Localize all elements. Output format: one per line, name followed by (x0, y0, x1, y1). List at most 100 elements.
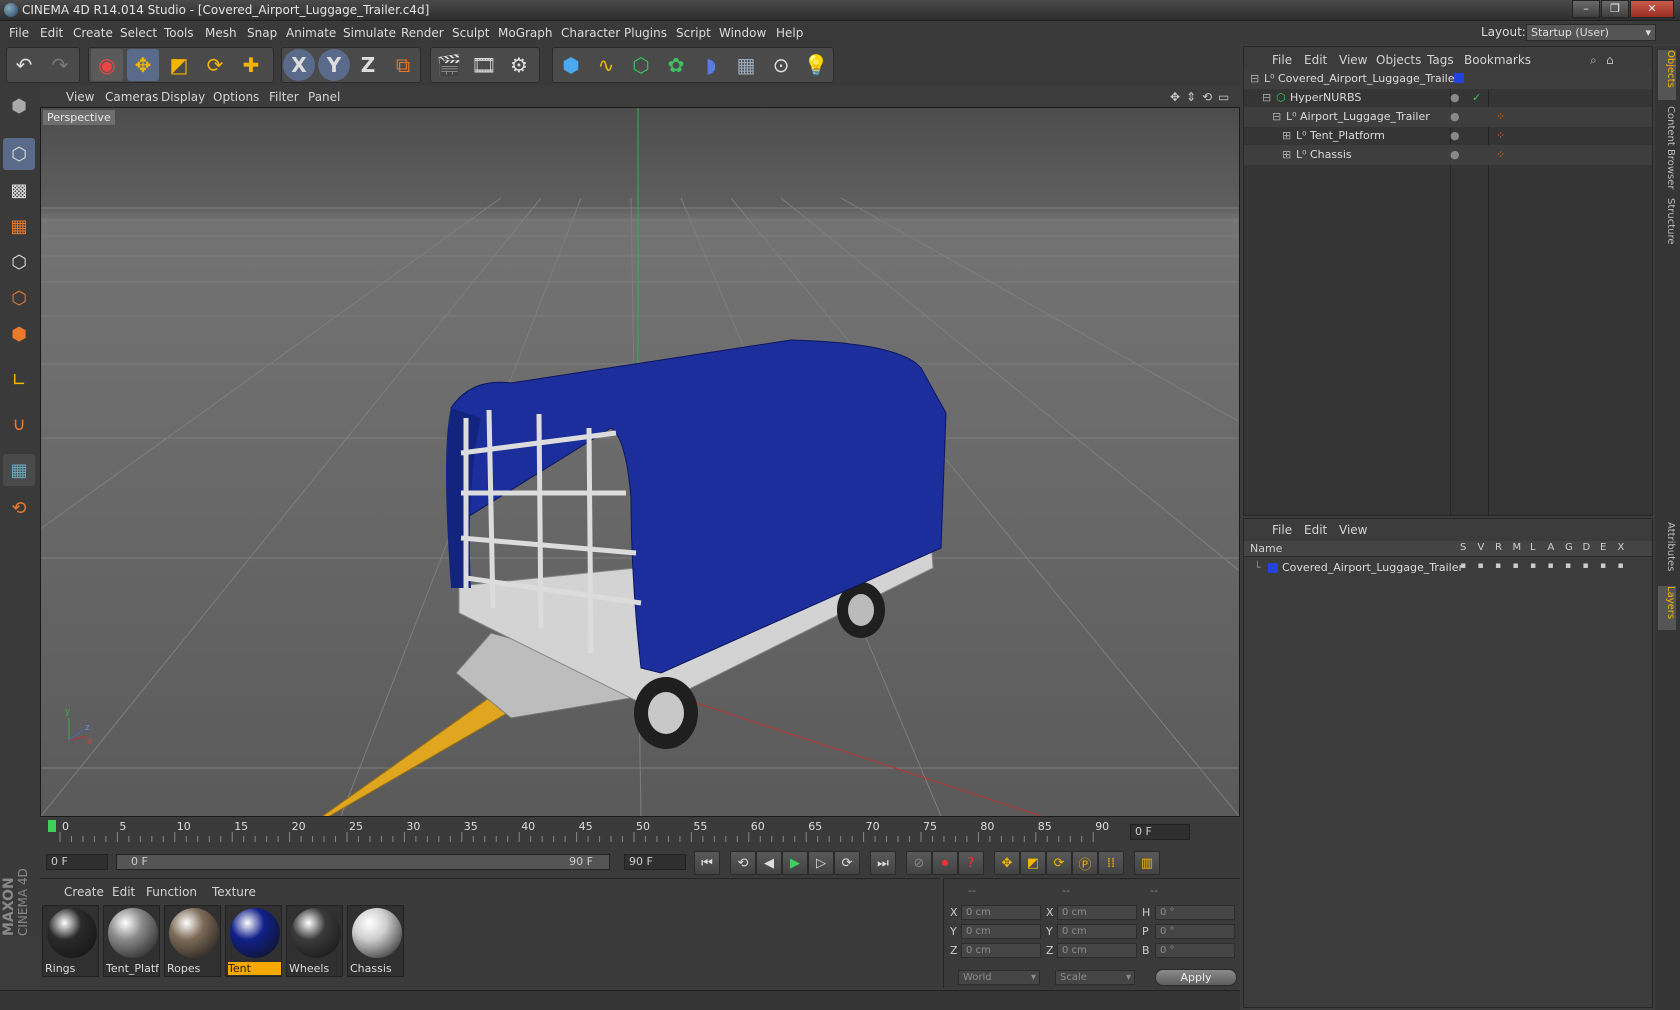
create-object-icon[interactable]: ✚ (235, 49, 267, 81)
expand-icon[interactable]: ⊞ (1282, 129, 1291, 142)
pos-y-field[interactable]: 0 cm (961, 924, 1041, 939)
edges-mode-icon[interactable]: ⬡ (3, 282, 35, 314)
tab-structure[interactable]: Structure (1658, 198, 1676, 254)
3d-viewport[interactable]: Perspective y x z (40, 107, 1240, 817)
layer-flag-icon[interactable]: ▪ (1600, 561, 1606, 571)
close-button[interactable]: ✕ (1630, 0, 1674, 18)
material-tag-icon[interactable]: ⁘ (1496, 110, 1505, 123)
coord-mode-select[interactable]: Scale ▾ (1055, 970, 1135, 985)
maximize-button[interactable]: ❐ (1601, 0, 1629, 18)
menu-mograph[interactable]: MoGraph (498, 26, 553, 40)
viewport-menu-display[interactable]: Display (161, 90, 205, 104)
objects-menu-objects[interactable]: Objects (1376, 53, 1421, 67)
goto-next-key-icon[interactable]: ⟳ (834, 851, 860, 875)
axis-mode-icon[interactable]: ∟ (3, 364, 35, 396)
menu-help[interactable]: Help (776, 26, 803, 40)
make-editable-icon[interactable]: ⬢ (3, 90, 35, 122)
snap-magnet-icon[interactable]: ∪ (3, 408, 35, 440)
x-axis-toggle[interactable]: X (283, 49, 315, 81)
layer-flag-icon[interactable]: ▪ (1548, 561, 1554, 571)
visibility-dot-icon[interactable]: ● (1450, 110, 1460, 123)
playhead-marker[interactable] (48, 820, 56, 832)
autokey-icon[interactable]: ⏺ (932, 851, 958, 875)
material-swatch[interactable]: Ropes (164, 905, 221, 977)
menu-plugins[interactable]: Plugins (624, 26, 667, 40)
apply-button[interactable]: Apply (1155, 969, 1237, 986)
y-axis-toggle[interactable]: Y (318, 49, 350, 81)
menu-sculpt[interactable]: Sculpt (452, 26, 489, 40)
material-tag-icon[interactable]: ⁘ (1496, 148, 1505, 161)
viewport-menu-panel[interactable]: Panel (308, 90, 340, 104)
timeline-ruler[interactable]: 0 5 10 15 20 25 30 35 40 45 50 55 60 65 70 75 80 85 90 0 F (40, 818, 1240, 846)
home-icon[interactable]: ⌂ (1606, 53, 1614, 67)
key-rotation-icon[interactable]: ⟳ (1046, 851, 1072, 875)
layer-flag-icon[interactable]: ▪ (1513, 561, 1519, 571)
tree-row[interactable]: ⊞ L⁰ Chassis ● ⁘ (1244, 145, 1652, 165)
layer-color-swatch[interactable] (1268, 563, 1278, 573)
menu-script[interactable]: Script (676, 26, 711, 40)
key-parameter-icon[interactable]: Ⓟ (1072, 851, 1098, 875)
viewport-menu-filter[interactable]: Filter (269, 90, 299, 104)
menu-snap[interactable]: Snap (247, 26, 277, 40)
collapse-icon[interactable]: ⊟ (1262, 91, 1271, 104)
tab-layers[interactable]: Layers (1658, 586, 1676, 630)
layer-flag-icon[interactable]: ▪ (1460, 561, 1466, 571)
layers-menu-file[interactable]: File (1272, 523, 1292, 537)
menu-select[interactable]: Select (120, 26, 157, 40)
tree-row[interactable]: ⊟ L⁰ Airport_Luggage_Trailer ● ⁘ (1244, 107, 1652, 127)
enabled-check-icon[interactable]: ✓ (1472, 91, 1481, 104)
frame-range-slider[interactable]: 0 F 90 F (116, 854, 610, 870)
floor-icon[interactable]: ▦ (730, 49, 762, 81)
material-swatch[interactable]: Wheels (286, 905, 343, 977)
material-swatch[interactable]: Chassis (347, 905, 404, 977)
current-frame-field[interactable]: 0 F (1130, 824, 1190, 840)
mograph-icon[interactable]: ✿ (660, 49, 692, 81)
tab-attributes[interactable]: Attributes (1658, 522, 1676, 580)
layer-flag-icon[interactable]: ▪ (1478, 561, 1484, 571)
menu-edit[interactable]: Edit (40, 26, 63, 40)
visibility-dot-icon[interactable]: ● (1450, 129, 1460, 142)
record-keys-icon[interactable]: ⊘ (906, 851, 932, 875)
live-selection-icon[interactable]: ◉ (91, 49, 123, 81)
rot-h-field[interactable]: 0 ° (1155, 905, 1235, 920)
layers-menu-view[interactable]: View (1339, 523, 1367, 537)
undo-icon[interactable]: ↶ (8, 49, 40, 81)
visibility-dot-icon[interactable]: ● (1450, 91, 1460, 104)
layer-flag-icon[interactable]: ▪ (1495, 561, 1501, 571)
layers-menu-edit[interactable]: Edit (1304, 523, 1327, 537)
viewport-rotate-icon[interactable]: ⟲ (1202, 90, 1212, 104)
render-picture-viewer-icon[interactable]: 🎞 (468, 49, 500, 81)
menu-mesh[interactable]: Mesh (205, 26, 237, 40)
light-icon[interactable]: 💡 (800, 49, 832, 81)
coordinate-system-icon[interactable]: ⧉ (387, 49, 419, 81)
minimize-button[interactable]: – (1572, 0, 1600, 18)
expand-icon[interactable]: ⊞ (1282, 148, 1291, 161)
key-position-icon[interactable]: ✥ (994, 851, 1020, 875)
render-view-icon[interactable]: 🎬 (433, 49, 465, 81)
rot-b-field[interactable]: 0 ° (1155, 943, 1235, 958)
viewport-move-icon[interactable]: ✥ (1170, 90, 1180, 104)
menu-render[interactable]: Render (401, 26, 444, 40)
tree-row[interactable]: ⊞ L⁰ Tent_Platform ● ⁘ (1244, 126, 1652, 146)
viewport-dolly-icon[interactable]: ⇕ (1186, 90, 1196, 104)
model-mode-icon[interactable]: ⬡ (3, 138, 35, 170)
menu-character[interactable]: Character (561, 26, 620, 40)
move-icon[interactable]: ✥ (127, 49, 159, 81)
search-icon[interactable]: ⌕ (1590, 53, 1597, 68)
collapse-icon[interactable]: ⊟ (1272, 110, 1281, 123)
start-frame-field[interactable]: 0 F (46, 854, 108, 870)
viewport-maximize-icon[interactable]: ▭ (1218, 90, 1229, 104)
keyframe-selection-icon[interactable]: ? (958, 851, 984, 875)
layer-flag-icon[interactable]: ▪ (1583, 561, 1589, 571)
size-y-field[interactable]: 0 cm (1057, 924, 1137, 939)
rotate-icon[interactable]: ⟳ (199, 49, 231, 81)
redo-icon[interactable]: ↷ (44, 49, 76, 81)
rot-p-field[interactable]: 0 ° (1155, 924, 1235, 939)
collapse-icon[interactable]: ⊟ (1250, 72, 1259, 85)
size-z-field[interactable]: 0 cm (1057, 943, 1137, 958)
tab-objects[interactable]: Objects (1658, 50, 1676, 100)
objects-menu-tags[interactable]: Tags (1427, 53, 1454, 67)
camera-icon[interactable]: ⊙ (765, 49, 797, 81)
deformer-icon[interactable]: ◗ (695, 49, 727, 81)
objects-menu-file[interactable]: File (1272, 53, 1292, 67)
